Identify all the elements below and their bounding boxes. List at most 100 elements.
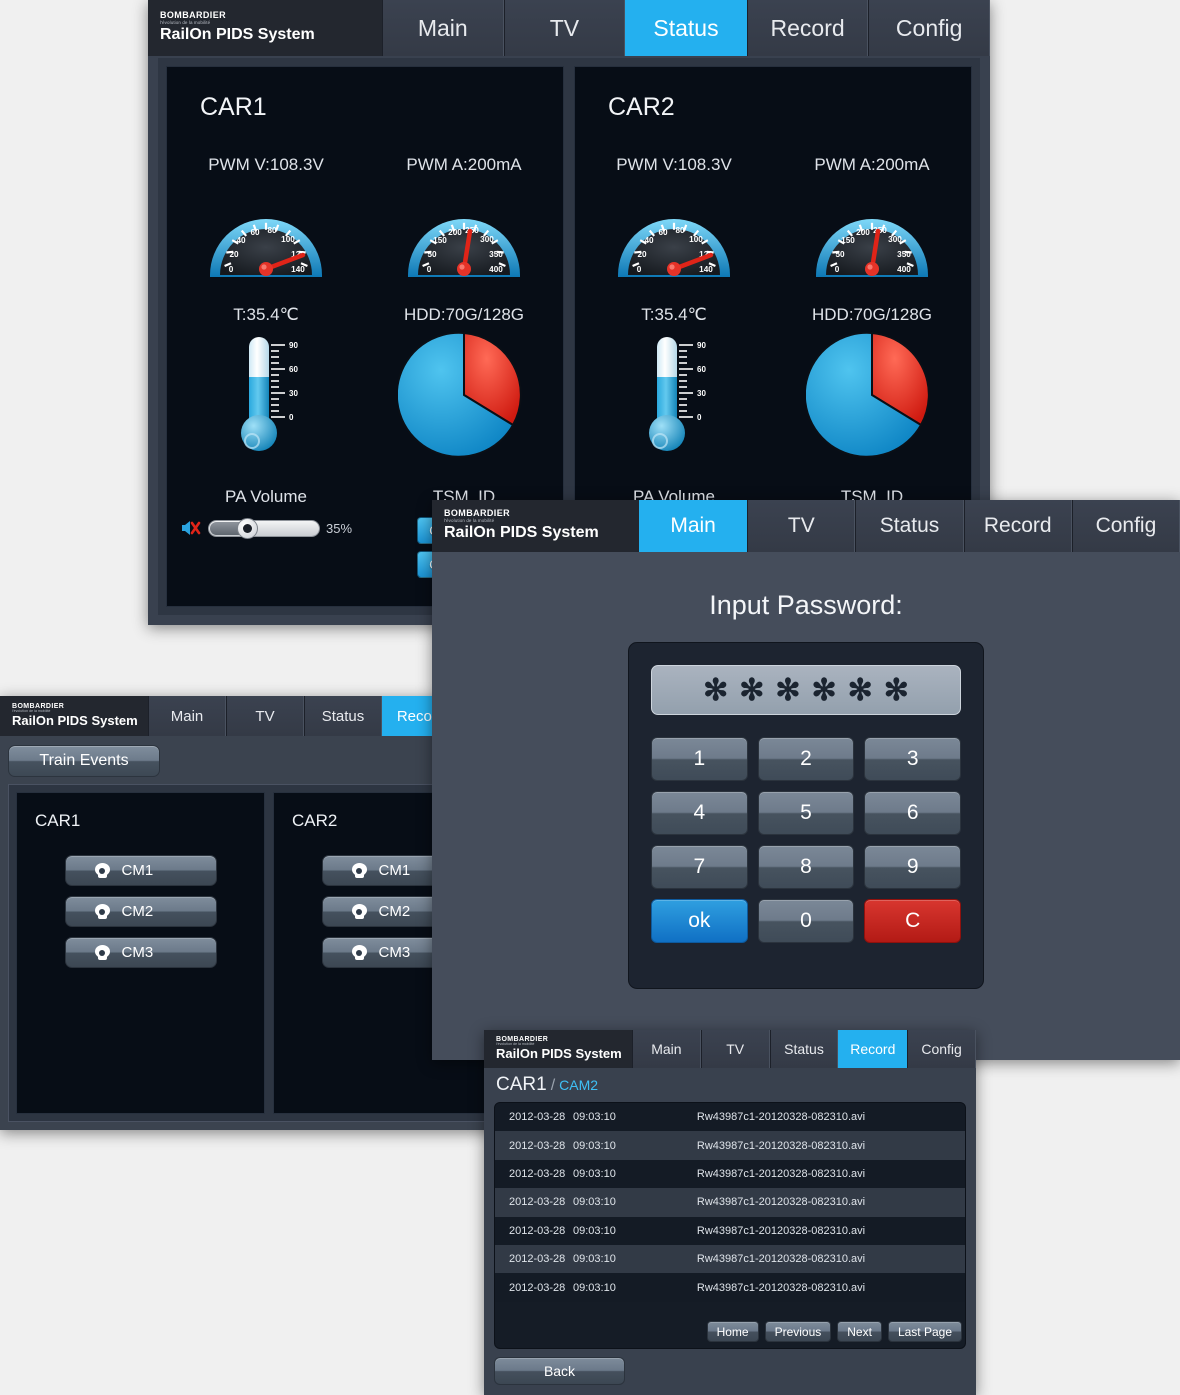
svg-text:140: 140 bbox=[699, 265, 713, 274]
table-row[interactable]: 2012-03-28 09:03:10 Rw43987c1-20120328-0… bbox=[495, 1131, 965, 1160]
pa-volume-slider[interactable] bbox=[207, 517, 320, 539]
key-3[interactable]: 3 bbox=[864, 737, 961, 781]
key-ok[interactable]: ok bbox=[651, 899, 748, 943]
password-tab-status[interactable]: Status bbox=[855, 500, 964, 552]
password-input[interactable]: ✻✻✻✻✻✻ bbox=[651, 665, 961, 715]
pagination-controls: Home Previous Next Last Page bbox=[706, 1321, 962, 1342]
files-tab-tv[interactable]: TV bbox=[700, 1030, 770, 1068]
files-tab-record[interactable]: Record bbox=[838, 1030, 908, 1068]
password-tab-main[interactable]: Main bbox=[639, 500, 748, 552]
car1-pa-volume-value: 35% bbox=[325, 520, 353, 536]
brand-logo: BOMBARDIER l'évolution de la mobilité Ra… bbox=[148, 0, 382, 56]
keypad-panel: ✻✻✻✻✻✻ 1 2 3 4 5 6 7 8 9 ok 0 C bbox=[628, 642, 984, 989]
table-row[interactable]: 2012-03-28 09:03:10 Rw43987c1-20120328-0… bbox=[495, 1244, 965, 1274]
password-tab-record[interactable]: Record bbox=[963, 500, 1072, 552]
file-date: 2012-03-28 bbox=[509, 1253, 566, 1266]
table-row[interactable]: 2012-03-28 09:03:10 Rw43987c1-20120328-0… bbox=[495, 1159, 965, 1189]
file-name: Rw43987c1-20120328-082310.avi bbox=[696, 1111, 866, 1124]
slider-knob[interactable] bbox=[237, 517, 259, 539]
last-page-button[interactable]: Last Page bbox=[887, 1321, 962, 1342]
tab-record[interactable]: Record bbox=[746, 0, 869, 56]
key-5[interactable]: 5 bbox=[757, 791, 855, 835]
car1-hdd-label: HDD:70G/128G bbox=[404, 305, 524, 324]
car1-thermo-cell: T:35.4℃ 90 60 30 0 bbox=[167, 305, 365, 466]
file-table: 2012-03-28 09:03:10 Rw43987c1-20120328-0… bbox=[494, 1102, 966, 1349]
password-tab-config[interactable]: Config bbox=[1071, 500, 1180, 552]
tab-status[interactable]: Status bbox=[625, 0, 747, 56]
record-tab-tv[interactable]: TV bbox=[226, 696, 304, 736]
car2-pie-cell: HDD:70G/128G bbox=[773, 305, 971, 466]
home-button[interactable]: Home bbox=[706, 1321, 759, 1342]
file-list-window: BOMBARDIER l'évolution de la mobilité Ra… bbox=[484, 1030, 976, 1395]
table-row[interactable]: 2012-03-28 09:03:10 Rw43987c1-20120328-0… bbox=[495, 1188, 965, 1217]
tab-main[interactable]: Main bbox=[382, 0, 504, 56]
svg-text:200: 200 bbox=[856, 228, 870, 237]
table-row[interactable]: 2012-03-28 09:03:10 Rw43987c1-20120328-0… bbox=[495, 1273, 965, 1302]
record-tab-main[interactable]: Main bbox=[148, 696, 226, 736]
password-tab-tv[interactable]: TV bbox=[747, 500, 856, 552]
car1-pa-cell: PA Volume 35% bbox=[167, 487, 365, 578]
file-name: Rw43987c1-20120328-082310.avi bbox=[696, 1167, 866, 1180]
svg-text:100: 100 bbox=[281, 235, 295, 244]
key-clear[interactable]: C bbox=[864, 899, 961, 943]
record-car1-title: CAR1 bbox=[35, 811, 81, 830]
password-topbar: BOMBARDIER l'évolution de la mobilité Ra… bbox=[432, 500, 1180, 552]
breadcrumb-separator: / bbox=[550, 1077, 556, 1094]
svg-text:150: 150 bbox=[433, 236, 447, 245]
previous-button[interactable]: Previous bbox=[764, 1321, 832, 1342]
svg-text:80: 80 bbox=[267, 226, 277, 235]
car2-temperature-label: T:35.4℃ bbox=[641, 305, 707, 324]
record-car1-cm2-label: CM2 bbox=[121, 903, 154, 920]
key-4[interactable]: 4 bbox=[651, 791, 748, 835]
brand-logo-files: BOMBARDIER l'évolution de la mobilité Ra… bbox=[484, 1030, 632, 1068]
car2-voltage-gauge-wrap: PWM V:108.3V 0 20 40 60 80 100 140 bbox=[575, 155, 773, 279]
car2-current-label: PWM A:200mA bbox=[814, 155, 930, 174]
breadcrumb-car[interactable]: CAR1 bbox=[496, 1074, 547, 1095]
key-1[interactable]: 1 bbox=[651, 737, 748, 781]
next-button[interactable]: Next bbox=[837, 1321, 882, 1342]
brand-logo-record: BOMBARDIER l'évolution de la mobilité Ra… bbox=[0, 696, 148, 736]
record-car1-cm2-button[interactable]: CM2 bbox=[64, 896, 217, 927]
key-2[interactable]: 2 bbox=[757, 737, 855, 781]
train-events-button[interactable]: Train Events bbox=[8, 745, 160, 777]
car2-title: CAR2 bbox=[608, 93, 675, 121]
svg-text:400: 400 bbox=[489, 265, 503, 274]
car1-thermo-pie-row: T:35.4℃ 90 60 30 0 HDD:70G/128G bbox=[167, 305, 563, 466]
record-car1-cm1-button[interactable]: CM1 bbox=[64, 855, 217, 886]
tab-tv[interactable]: TV bbox=[503, 0, 626, 56]
car2-gauge-row: PWM V:108.3V 0 20 40 60 80 100 140 PWM A… bbox=[575, 155, 971, 279]
files-tab-status[interactable]: Status bbox=[769, 1030, 839, 1068]
password-prompt: Input Password: bbox=[709, 590, 903, 620]
key-0[interactable]: 0 bbox=[757, 899, 855, 943]
car1-temperature-label: T:35.4℃ bbox=[233, 305, 299, 324]
key-7[interactable]: 7 bbox=[651, 845, 748, 889]
svg-text:140: 140 bbox=[291, 265, 305, 274]
back-button[interactable]: Back bbox=[494, 1357, 625, 1385]
tab-config[interactable]: Config bbox=[868, 0, 990, 56]
svg-text:90: 90 bbox=[289, 341, 298, 350]
key-6[interactable]: 6 bbox=[864, 791, 961, 835]
file-date: 2012-03-28 bbox=[509, 1196, 566, 1209]
table-row[interactable]: 2012-03-28 09:03:10 Rw43987c1-20120328-0… bbox=[495, 1216, 965, 1245]
files-tab-config[interactable]: Config bbox=[907, 1030, 976, 1068]
key-9[interactable]: 9 bbox=[864, 845, 961, 889]
record-car2-cm3-label: CM3 bbox=[378, 944, 411, 961]
car2-hdd-pie bbox=[773, 325, 971, 466]
brand-tagline: l'évolution de la mobilité bbox=[160, 19, 211, 25]
car1-title: CAR1 bbox=[200, 93, 267, 121]
record-car2-cm1-label: CM1 bbox=[378, 862, 411, 879]
key-8[interactable]: 8 bbox=[757, 845, 855, 889]
brand-product-name-files: RailOn PIDS System bbox=[496, 1046, 622, 1062]
breadcrumb-cam[interactable]: CAM2 bbox=[559, 1077, 598, 1093]
car2-current-gauge: 050 150200 250300 350400 bbox=[812, 183, 932, 279]
car2-voltage-label: PWM V:108.3V bbox=[616, 155, 732, 174]
record-car1-cm3-button[interactable]: CM3 bbox=[64, 937, 217, 968]
svg-text:300: 300 bbox=[888, 235, 902, 244]
files-tab-main[interactable]: Main bbox=[632, 1030, 701, 1068]
car2-current-gauge-wrap: PWM A:200mA 0 50 150 200 300 350 400 bbox=[773, 155, 971, 279]
record-tab-status[interactable]: Status bbox=[304, 696, 382, 736]
table-row[interactable]: 2012-03-28 09:03:10 Rw43987c1-20120328-0… bbox=[495, 1103, 965, 1132]
file-date: 2012-03-28 bbox=[509, 1167, 566, 1180]
car1-voltage-gauge-wrap: PWM V:108.3V 0 20 40 60 80 100 140 bbox=[167, 155, 365, 279]
speaker-mute-icon[interactable] bbox=[180, 519, 202, 537]
